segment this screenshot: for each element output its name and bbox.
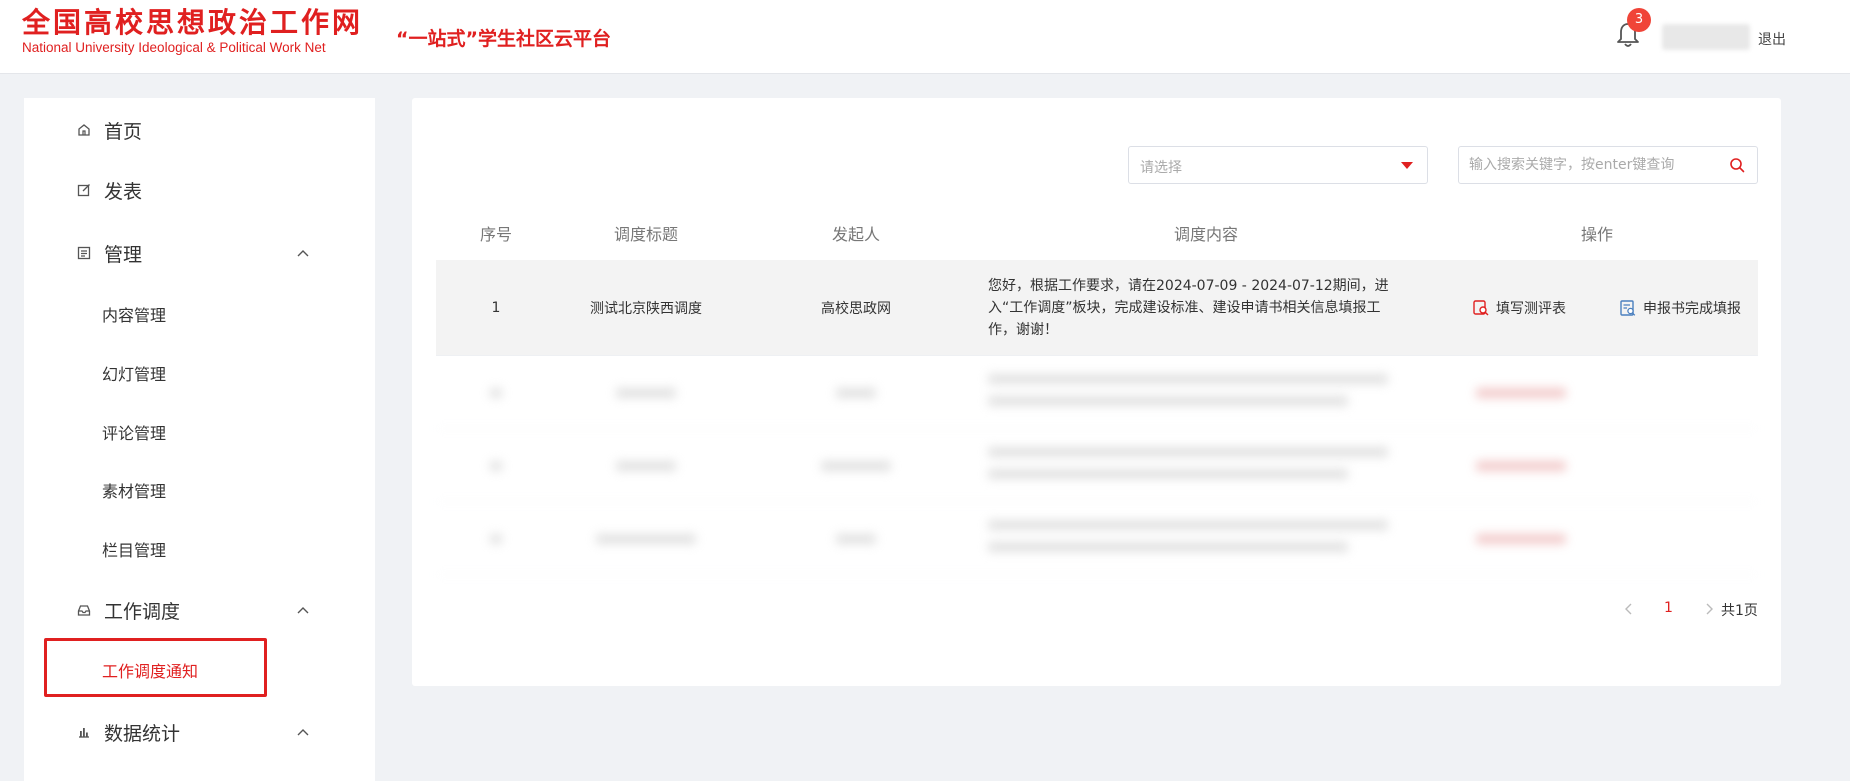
form-search-icon <box>1473 299 1489 315</box>
document-list-icon <box>76 245 92 261</box>
sidebar-subitem-label: 素材管理 <box>102 482 167 501</box>
document-search-icon <box>1620 299 1636 316</box>
chevron-up-icon <box>296 725 310 739</box>
sidebar-item-label: 发表 <box>104 180 143 203</box>
sidebar-subitem-material-management[interactable]: 素材管理 <box>24 470 375 510</box>
logout-link[interactable]: 退出 <box>1758 29 1786 49</box>
site-logo[interactable]: 全国高校思想政治工作网 National University Ideologi… <box>22 6 372 56</box>
top-header: 全国高校思想政治工作网 National University Ideologi… <box>0 0 1850 74</box>
cell-content: 您好，根据工作要求，请在2024-07-09 - 2024-07-12期间，进入… <box>988 277 1389 338</box>
fill-evaluation-button[interactable]: 填写测评表 <box>1472 298 1566 318</box>
inbox-icon <box>76 602 92 618</box>
search-box <box>1458 146 1758 184</box>
search-icon[interactable] <box>1729 157 1745 173</box>
edit-icon <box>76 182 92 198</box>
column-header-actions: 操作 <box>1580 225 1613 244</box>
total-pages-label: 共1页 <box>1721 603 1758 619</box>
sidebar-subitem-label: 栏目管理 <box>102 541 167 560</box>
logo-english-text: National University Ideological & Politi… <box>22 40 326 55</box>
column-header-initiator: 发起人 <box>831 225 880 244</box>
logo-chinese-text: 全国高校思想政治工作网 <box>22 6 364 39</box>
sidebar-item-label: 管理 <box>104 243 143 266</box>
table-row-redacted <box>436 356 1758 429</box>
sidebar-item-label: 工作调度 <box>104 600 181 623</box>
sidebar-item-home[interactable]: 首页 <box>24 108 375 152</box>
fill-evaluation-label: 填写测评表 <box>1496 300 1566 317</box>
sidebar-subitem-content-management[interactable]: 内容管理 <box>24 294 375 334</box>
select-placeholder: 请选择 <box>1140 160 1182 176</box>
table-row: 1 测试北京陕西调度 高校思政网 您好，根据工作要求，请在2024-07-09 … <box>436 260 1758 356</box>
report-completed-button[interactable]: 申报书完成填报 <box>1619 298 1741 318</box>
cell-action-report: 申报书完成填报 <box>1602 260 1758 355</box>
chevron-left-icon[interactable] <box>1620 600 1638 618</box>
column-header-index: 序号 <box>479 225 512 244</box>
sidebar-item-publish[interactable]: 发表 <box>24 168 375 212</box>
page-number[interactable]: 1 <box>1664 600 1673 616</box>
sidebar-subitem-label: 评论管理 <box>102 424 167 443</box>
table-header: 序号 调度标题 发起人 调度内容 操作 <box>436 210 1758 260</box>
column-header-title: 调度标题 <box>613 225 678 244</box>
chevron-right-icon[interactable] <box>1700 600 1718 618</box>
sidebar-item-work-dispatch[interactable]: 工作调度 <box>24 588 375 632</box>
sidebar-subitem-label: 工作调度通知 <box>102 662 199 681</box>
notification-badge: 3 <box>1627 8 1651 32</box>
search-input[interactable] <box>1459 147 1719 183</box>
filter-select[interactable]: 请选择 <box>1128 146 1428 184</box>
table-row-redacted <box>436 429 1758 502</box>
cell-action-fill: 填写测评表 <box>1436 260 1602 355</box>
dispatch-table: 序号 调度标题 发起人 调度内容 操作 1 测试北京陕西调度 高校思政网 您好，… <box>436 210 1758 575</box>
caret-down-icon <box>1401 162 1413 169</box>
main-panel: 请选择 序号 调度标题 发起人 调度内容 操作 1 测试北京陕西调度 高校思政网… <box>412 98 1781 686</box>
sidebar-subitem-column-management[interactable]: 栏目管理 <box>24 529 375 569</box>
sidebar-item-manage[interactable]: 管理 <box>24 231 375 275</box>
cell-index: 1 <box>491 299 501 316</box>
cell-title: 测试北京陕西调度 <box>590 300 702 317</box>
chevron-up-icon <box>296 246 310 260</box>
column-header-content: 调度内容 <box>1173 225 1238 244</box>
sidebar-item-label: 首页 <box>104 120 143 143</box>
sidebar-item-data-stats[interactable]: 数据统计 <box>24 710 375 754</box>
user-name-redacted <box>1662 24 1750 50</box>
chevron-up-icon <box>296 603 310 617</box>
sidebar-subitem-label: 内容管理 <box>102 306 167 325</box>
pagination: 1 共1页 <box>1612 598 1762 622</box>
home-icon <box>76 122 92 138</box>
sidebar-subitem-label: 幻灯管理 <box>102 365 167 384</box>
platform-title: “一站式”学生社区云平台 <box>396 28 611 50</box>
cell-initiator: 高校思政网 <box>821 300 891 317</box>
report-completed-label: 申报书完成填报 <box>1643 300 1741 317</box>
sidebar-item-label: 数据统计 <box>104 722 181 745</box>
table-row-redacted <box>436 502 1758 575</box>
bar-chart-icon <box>76 724 92 740</box>
sidebar-subitem-work-dispatch-notice[interactable]: 工作调度通知 <box>24 650 375 690</box>
sidebar-subitem-slide-management[interactable]: 幻灯管理 <box>24 353 375 393</box>
sidebar-subitem-comment-management[interactable]: 评论管理 <box>24 412 375 452</box>
